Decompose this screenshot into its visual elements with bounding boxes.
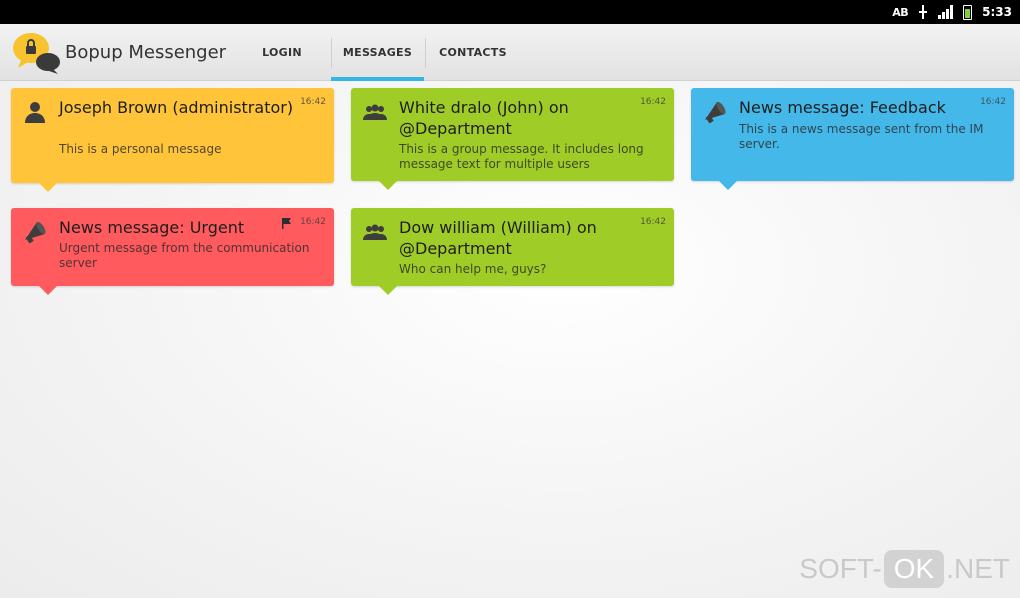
message-title: News message: Urgent bbox=[59, 218, 245, 237]
watermark-left: SOFT- bbox=[799, 553, 882, 584]
message-text: This is a news message sent from the IM … bbox=[739, 122, 984, 151]
person-icon bbox=[25, 102, 45, 123]
message-text: Urgent message from the communication se… bbox=[59, 241, 310, 270]
message-card[interactable]: White dralo (John) on @Department This i… bbox=[351, 88, 674, 190]
megaphone-icon bbox=[705, 101, 726, 124]
group-icon bbox=[363, 224, 387, 240]
input-method-indicator: AB bbox=[892, 5, 909, 19]
megaphone-icon bbox=[25, 221, 46, 244]
message-card[interactable]: News message: Urgent Urgent message from… bbox=[11, 208, 334, 295]
flag-icon bbox=[282, 218, 291, 229]
message-title: News message: Feedback bbox=[739, 98, 946, 117]
watermark-box: OK bbox=[883, 550, 945, 588]
message-text: This is a group message. It includes lon… bbox=[399, 142, 644, 171]
tab-messages[interactable]: MESSAGES bbox=[331, 24, 424, 81]
battery-icon bbox=[963, 4, 973, 20]
message-text: This is a personal message bbox=[59, 142, 222, 156]
usb-icon bbox=[918, 5, 928, 19]
message-time: 16:42 bbox=[300, 217, 326, 227]
signal-icon bbox=[938, 5, 954, 19]
watermark: SOFT- OK .NET bbox=[799, 550, 1010, 588]
message-time: 16:42 bbox=[640, 97, 666, 107]
message-title: Dow william (William) on @Department bbox=[399, 218, 597, 258]
message-card[interactable]: News message: Feedback This is a news me… bbox=[691, 88, 1014, 190]
message-title: Joseph Brown (administrator) bbox=[59, 98, 294, 117]
tab-login[interactable]: LOGIN bbox=[240, 24, 324, 81]
action-bar: Bopup Messenger LOGIN MESSAGES CONTACTS bbox=[0, 24, 1020, 81]
bopup-logo-icon[interactable] bbox=[12, 30, 62, 76]
status-bar: AB 5:33 bbox=[0, 0, 1020, 24]
watermark-right: .NET bbox=[946, 553, 1010, 584]
message-card[interactable]: Dow william (William) on @Department Who… bbox=[351, 208, 674, 295]
message-card[interactable]: Joseph Brown (administrator) This is a p… bbox=[11, 88, 334, 192]
tab-divider bbox=[425, 38, 426, 68]
message-time: 16:42 bbox=[300, 97, 326, 107]
tab-contacts[interactable]: CONTACTS bbox=[428, 24, 518, 81]
message-title: White dralo (John) on @Department bbox=[399, 98, 569, 138]
message-time: 16:42 bbox=[980, 97, 1006, 107]
app-title: Bopup Messenger bbox=[65, 42, 227, 63]
message-time: 16:42 bbox=[640, 217, 666, 227]
group-icon bbox=[363, 104, 387, 120]
message-text: Who can help me, guys? bbox=[399, 262, 547, 276]
status-time: 5:33 bbox=[982, 5, 1012, 19]
